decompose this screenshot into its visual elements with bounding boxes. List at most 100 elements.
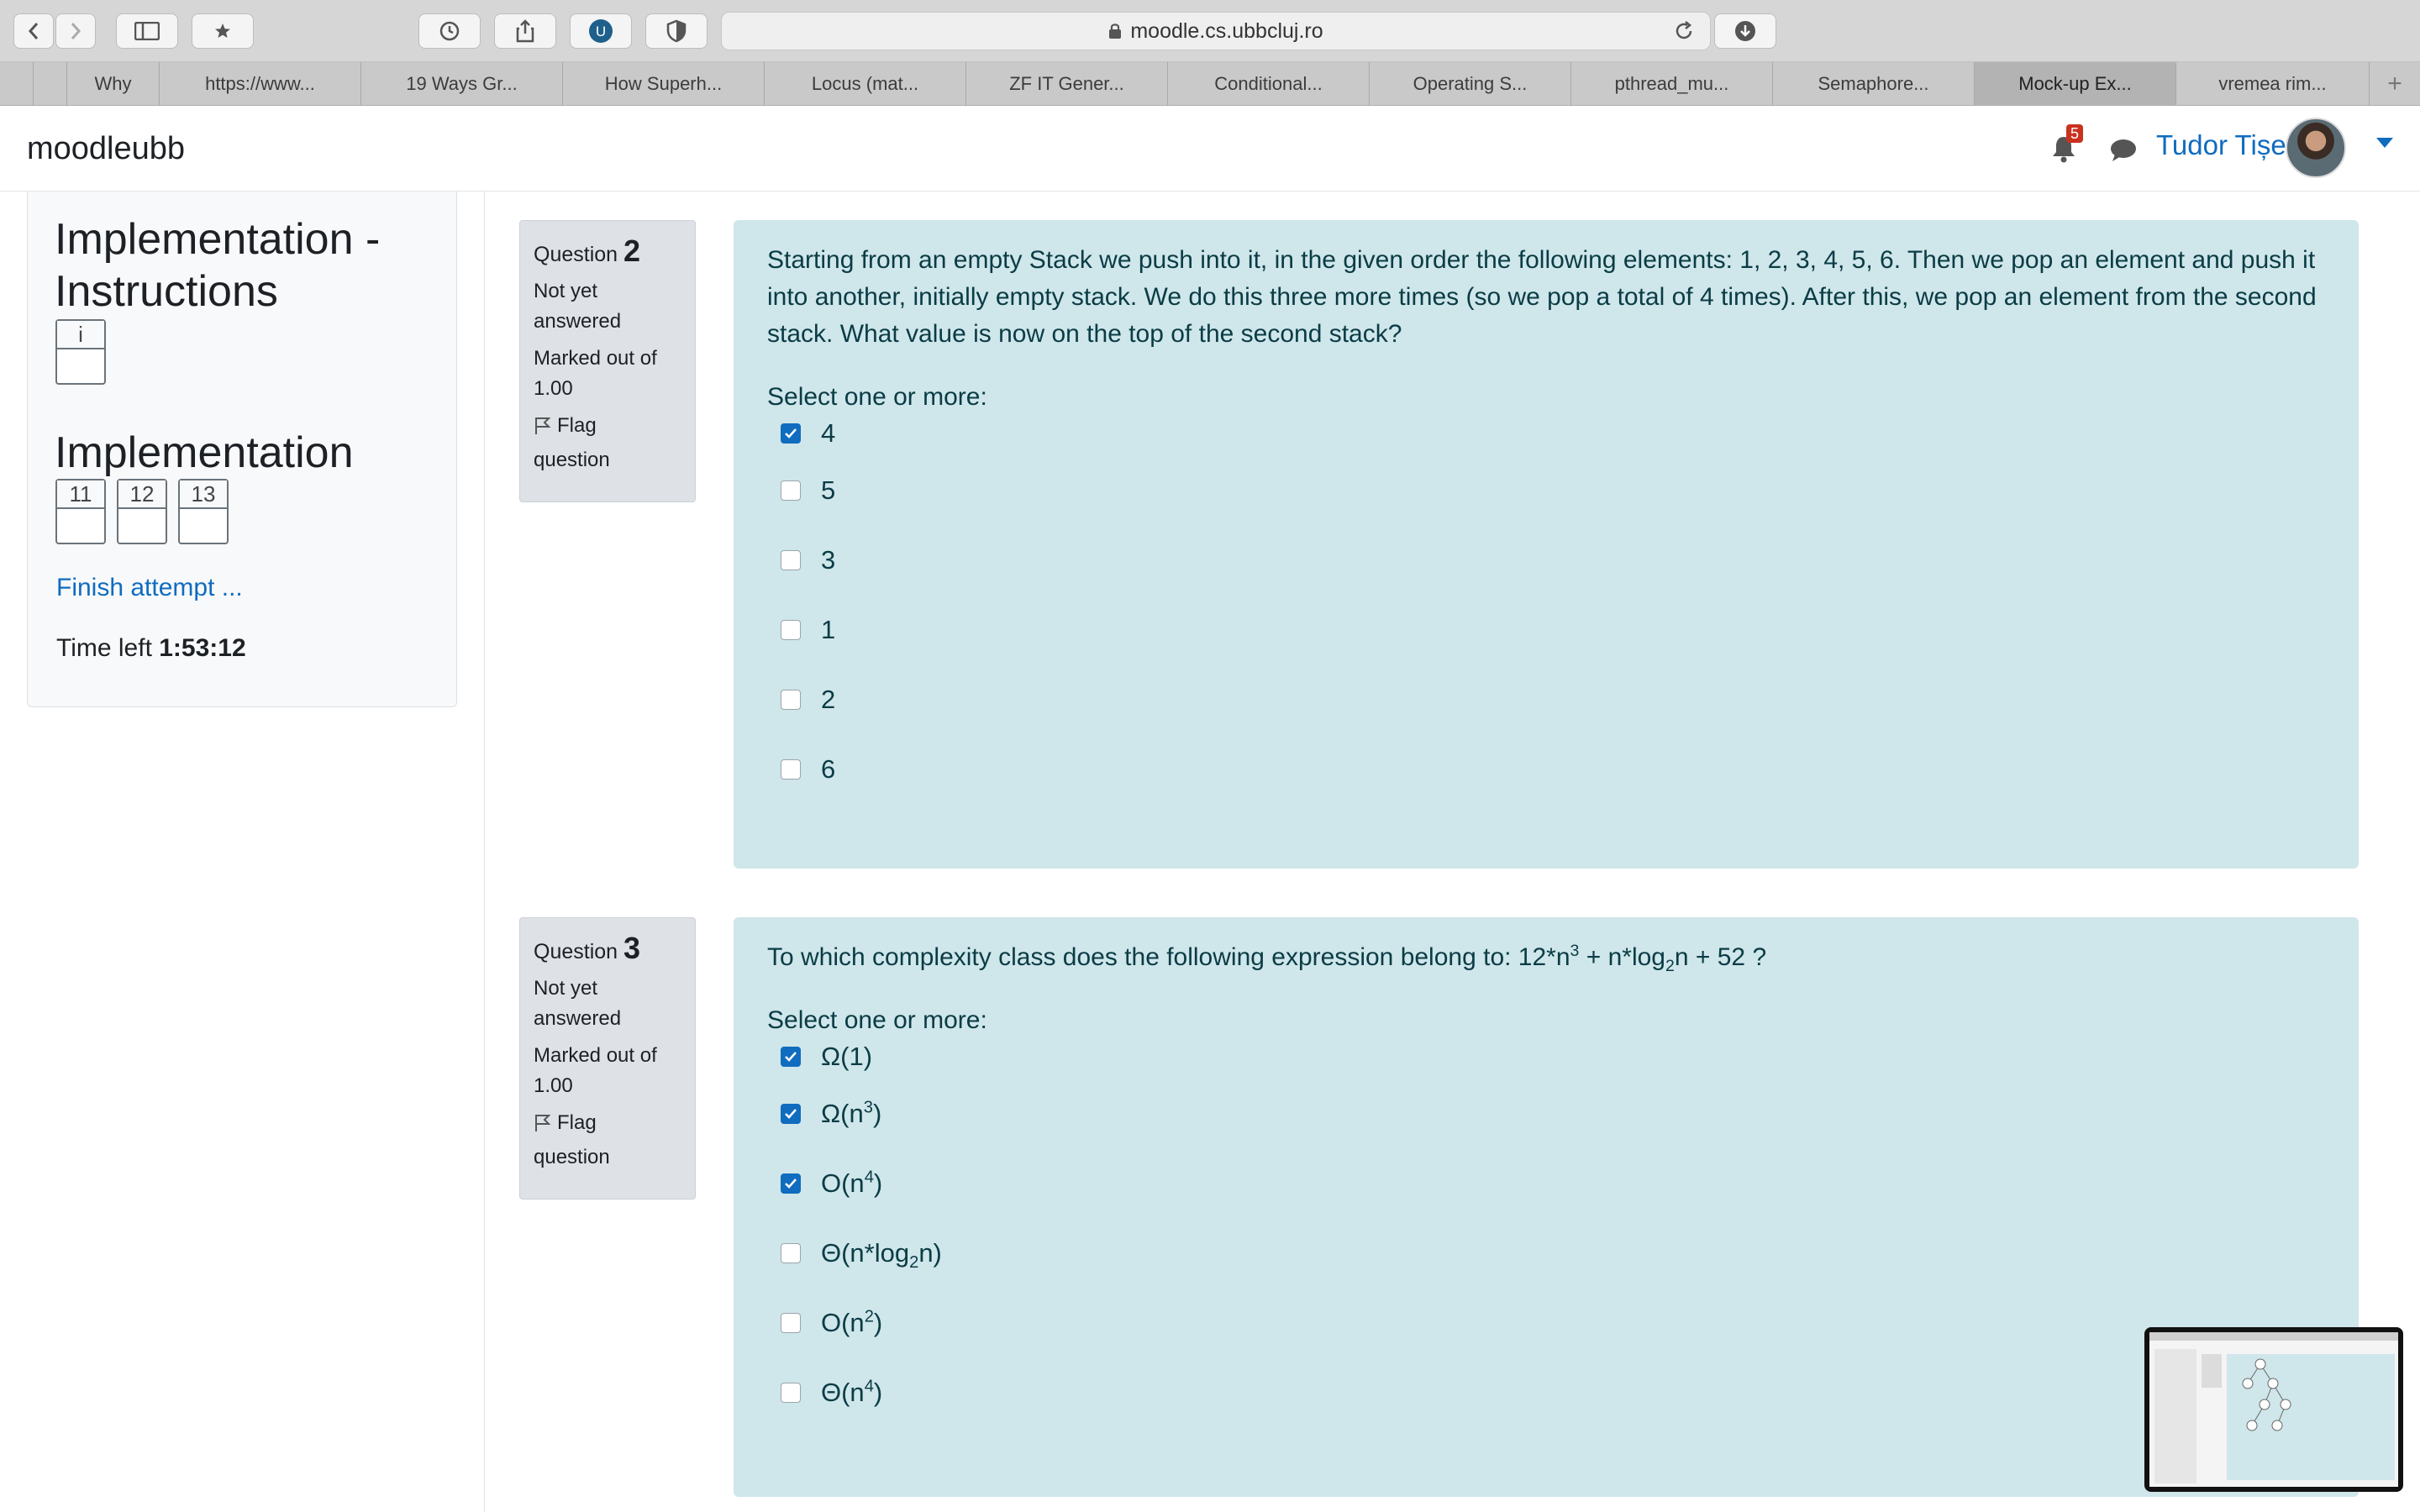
answer-checkbox[interactable] (781, 549, 801, 570)
section-title-line2: Instructions (55, 267, 278, 316)
answer-option[interactable]: Ω(1) (767, 1035, 2325, 1079)
quiz-nav-button-12[interactable]: 12 (117, 479, 167, 544)
browser-tab[interactable] (0, 62, 34, 106)
answer-checkbox[interactable] (781, 1173, 801, 1194)
finish-attempt-link[interactable]: Finish attempt ... (56, 574, 243, 602)
sidebar-button[interactable] (116, 13, 178, 49)
answer-option[interactable]: O(n4) (767, 1148, 2325, 1218)
downloads-button[interactable] (1714, 13, 1776, 49)
answer-option[interactable]: 5 (767, 455, 2325, 525)
tree-diagram-icon (2242, 1358, 2291, 1431)
question-content-3: To which complexity class does the follo… (734, 917, 2359, 1497)
reload-icon[interactable] (1673, 20, 1695, 42)
quiz-navigation-block: Implementation - Instructions i Implemen… (27, 192, 457, 707)
browser-tab[interactable]: Semaphore... (1773, 62, 1975, 106)
page-content: Implementation - Instructions i Implemen… (0, 192, 2420, 1512)
quiz-nav-button-info[interactable]: i (55, 319, 106, 385)
address-bar[interactable]: moodle.cs.ubbcluj.ro (721, 12, 1711, 50)
answer-label: Θ(n4) (821, 1377, 883, 1407)
section-title-line1: Implementation - (55, 215, 381, 264)
privacy-button[interactable] (645, 13, 708, 49)
browser-tab[interactable]: Operating S... (1370, 62, 1571, 106)
quiz-nav-button-label: 13 (180, 480, 227, 509)
answer-option[interactable]: 6 (767, 734, 2325, 804)
time-left-label: Time left (56, 634, 152, 662)
forward-button[interactable] (55, 13, 96, 49)
notification-badge: 5 (2066, 124, 2083, 143)
answer-checkbox[interactable] (781, 1382, 801, 1403)
flag-icon (535, 1115, 551, 1131)
question-status: Not yet answered (534, 974, 681, 1034)
browser-tab[interactable] (34, 62, 67, 106)
quiz-nav-button-13[interactable]: 13 (178, 479, 229, 544)
browser-toolbar: U moodle.cs.ubbcluj.ro (0, 0, 2420, 62)
clock-icon (439, 21, 460, 41)
answer-checkbox[interactable] (781, 619, 801, 640)
question-label: Question (534, 940, 618, 963)
answer-option[interactable]: Ω(n3) (767, 1079, 2325, 1148)
user-name[interactable]: Tudor Tișe (2156, 129, 2286, 161)
site-brand[interactable]: moodleubb (27, 131, 185, 167)
new-tab-button[interactable]: + (2370, 62, 2420, 106)
answer-option[interactable]: O(n2) (767, 1288, 2325, 1357)
answer-label: O(n2) (821, 1307, 883, 1337)
flag-line2: question (534, 1146, 610, 1168)
flag-icon (535, 417, 551, 434)
answer-option[interactable]: 2 (767, 664, 2325, 734)
answer-label: Ω(n3) (821, 1098, 882, 1128)
browser-tab[interactable]: pthread_mu... (1571, 62, 1773, 106)
answer-option[interactable]: 1 (767, 595, 2325, 664)
browser-tab[interactable]: Locus (mat... (765, 62, 966, 106)
quiz-nav-button-label: i (57, 321, 104, 349)
answer-checkbox[interactable] (781, 1312, 801, 1333)
checkmark-icon (785, 1178, 797, 1189)
answer-checkbox[interactable] (781, 1103, 801, 1124)
answer-label: Θ(n*log2n) (821, 1237, 942, 1272)
answer-checkbox[interactable] (781, 423, 801, 444)
moodle-navbar: moodleubb 5 Tudor Tișe (0, 106, 2420, 192)
browser-tab[interactable]: Mock-up Ex... (1975, 62, 2176, 106)
answer-checkbox[interactable] (781, 1047, 801, 1067)
answer-option[interactable]: Θ(n*log2n) (767, 1218, 2325, 1288)
browser-tab[interactable]: Why (67, 62, 160, 106)
answer-label: 1 (821, 614, 836, 644)
thumbnail-toolbar (2149, 1332, 2398, 1341)
checkmark-icon (785, 1108, 797, 1119)
flag-question-button[interactable]: Flag question (534, 1108, 681, 1173)
user-menu-caret[interactable] (2376, 138, 2393, 148)
browser-tab[interactable]: How Superh... (563, 62, 765, 106)
quiz-nav-button-label: 11 (57, 480, 104, 509)
answer-option[interactable]: 4 (767, 412, 2325, 455)
bookmarks-button[interactable] (192, 13, 254, 49)
share-button[interactable] (494, 13, 556, 49)
browser-tab[interactable]: ZF IT Gener... (966, 62, 1168, 106)
question-status: Not yet answered (534, 276, 681, 337)
answer-checkbox[interactable] (781, 759, 801, 780)
flag-line1: Flag (557, 1111, 597, 1134)
browser-tab[interactable]: vremea rim... (2176, 62, 2370, 106)
question-info-3: Question 3 Not yet answered Marked out of… (519, 917, 696, 1200)
extension-button[interactable]: U (570, 13, 632, 49)
quiz-nav-button-11[interactable]: 11 (55, 479, 106, 544)
answer-option[interactable]: 3 (767, 525, 2325, 595)
history-button[interactable] (418, 13, 481, 49)
back-button[interactable] (13, 13, 54, 49)
browser-tab[interactable]: Conditional... (1168, 62, 1370, 106)
status-line2: answered (534, 1007, 622, 1030)
message-icon[interactable] (2109, 138, 2138, 163)
answer-option[interactable]: Θ(n4) (767, 1357, 2325, 1427)
browser-tab[interactable]: https://www... (160, 62, 361, 106)
browser-tab[interactable]: 19 Ways Gr... (361, 62, 563, 106)
url-text: moodle.cs.ubbcluj.ro (1130, 18, 1323, 43)
avatar[interactable] (2286, 118, 2346, 178)
answer-checkbox[interactable] (781, 1242, 801, 1263)
thumbnail-sidebar (2154, 1349, 2196, 1483)
answer-checkbox[interactable] (781, 480, 801, 501)
tab-bar: Why https://www... 19 Ways Gr... How Superh… (0, 62, 2420, 106)
star-icon (215, 24, 230, 38)
answer-checkbox[interactable] (781, 689, 801, 710)
flag-question-button[interactable]: Flag question (534, 411, 681, 475)
picture-in-picture-thumbnail[interactable] (2144, 1327, 2403, 1492)
column-divider (484, 192, 485, 1512)
answer-label: 5 (821, 475, 836, 505)
